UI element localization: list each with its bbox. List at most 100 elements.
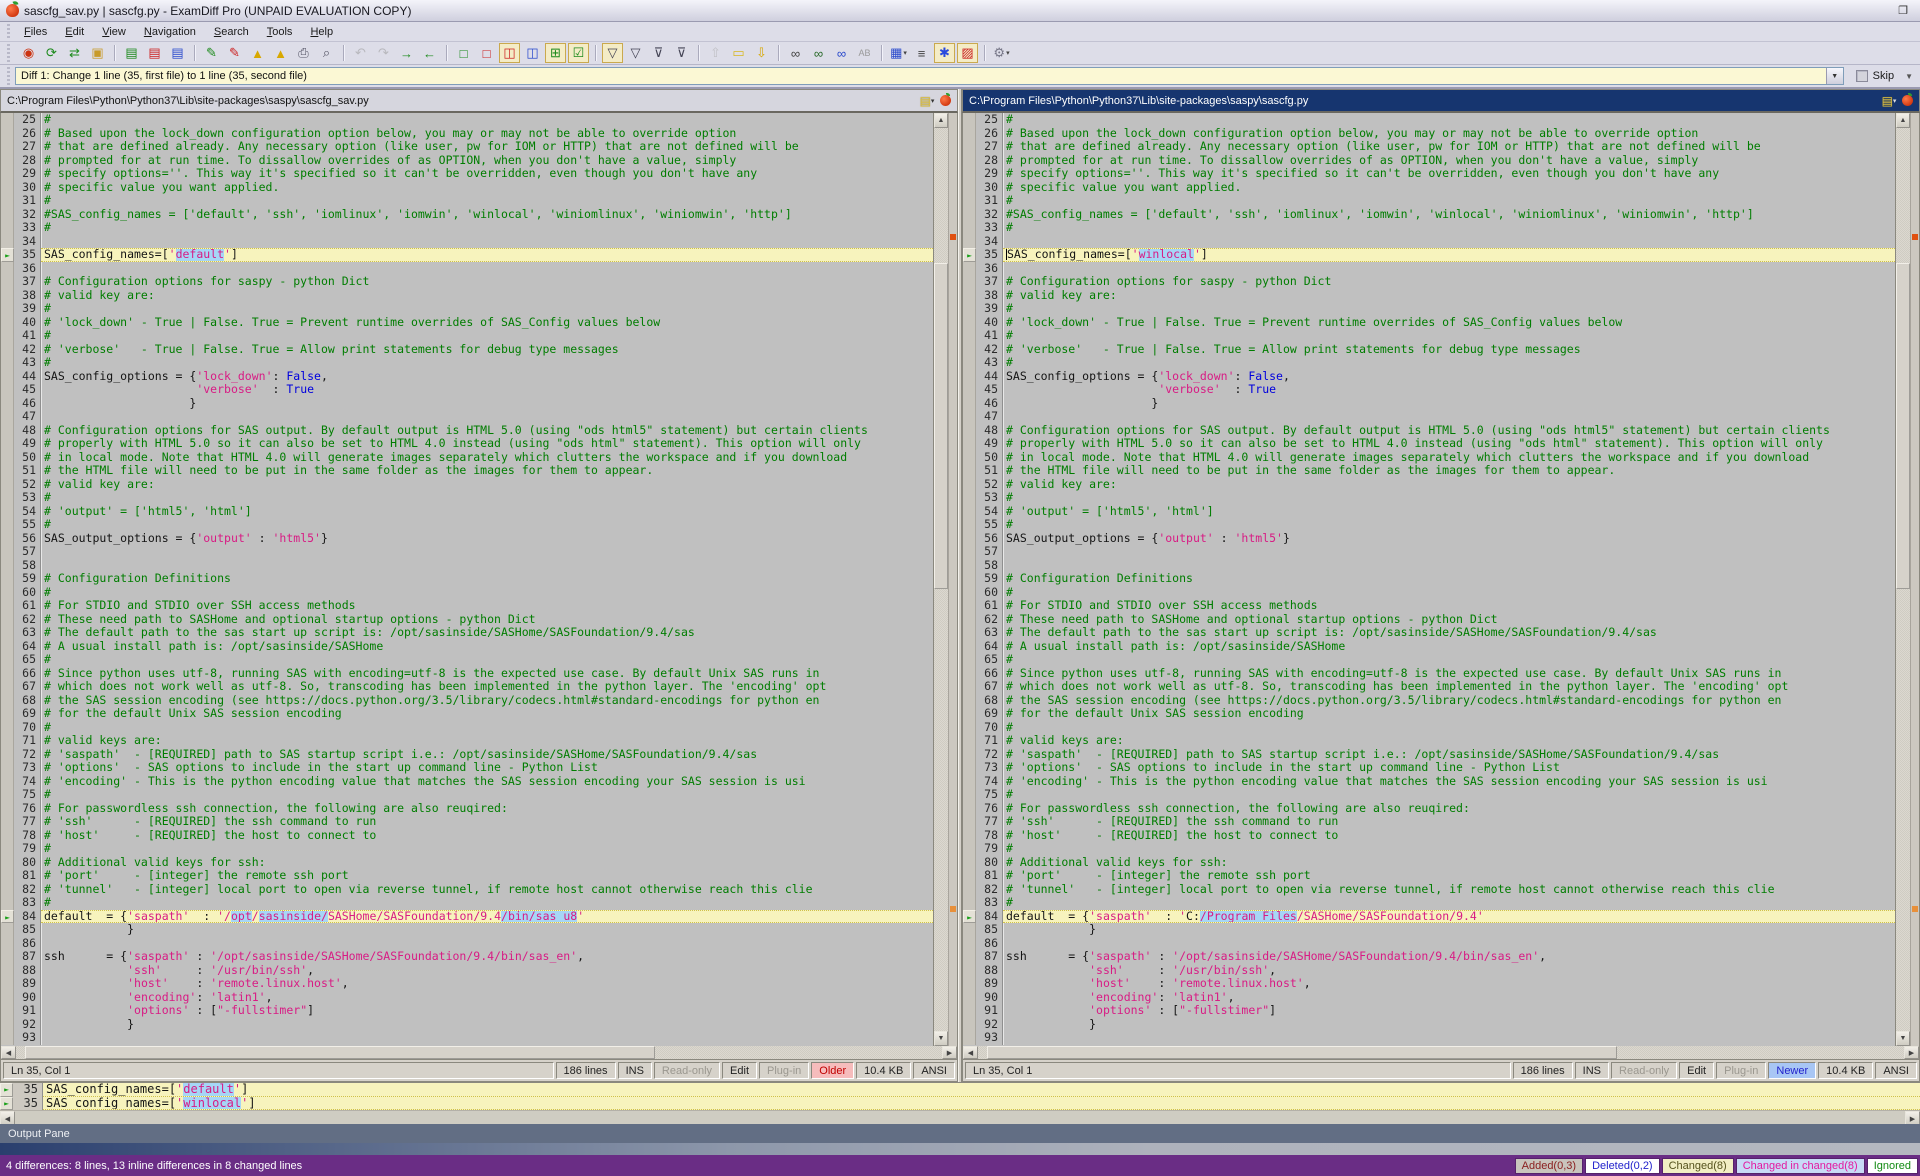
line-text[interactable]: 'options' : ["-fullstimer"] <box>41 1004 933 1018</box>
line-text[interactable]: # for the default Unix SAS session encod… <box>41 707 933 721</box>
line-text[interactable]: # <box>41 721 933 735</box>
scroll-track[interactable] <box>934 128 948 1031</box>
match-case-icon[interactable]: AB <box>854 43 875 63</box>
line-text[interactable]: # prompted for at run time. To dissallow… <box>41 154 933 168</box>
line-text[interactable]: # 'tunnel' - [integer] local port to ope… <box>1003 883 1895 897</box>
edit-first-file-icon[interactable]: ✎ <box>201 43 222 63</box>
line-text[interactable] <box>41 559 933 573</box>
line-text[interactable]: # <box>1003 518 1895 532</box>
line-text[interactable]: # <box>41 194 933 208</box>
filter-right-orphans-icon[interactable]: ⊽ <box>671 43 692 63</box>
line-text[interactable]: # For STDIO and STDIO over SSH access me… <box>41 599 933 613</box>
current-diff-combobox[interactable]: Diff 1: Change 1 line (35, first file) t… <box>15 67 1844 85</box>
line-text[interactable]: # in local mode. Note that HTML 4.0 will… <box>41 451 933 465</box>
scroll-left-icon[interactable]: ◀ <box>1 1046 16 1059</box>
settings-icon[interactable]: ⚙▾ <box>991 43 1012 63</box>
line-text[interactable]: # For passwordless ssh connection, the f… <box>41 802 933 816</box>
line-text[interactable]: 'options' : ["-fullstimer"] <box>1003 1004 1895 1018</box>
diff-map-right[interactable] <box>1910 113 1919 1046</box>
copy-block-left-icon[interactable]: ← <box>419 43 440 63</box>
line-text[interactable] <box>1003 262 1895 276</box>
scroll-track[interactable] <box>978 1046 1904 1059</box>
line-text[interactable]: # valid key are: <box>1003 289 1895 303</box>
line-text[interactable]: # the HTML file will need to be put in t… <box>1003 464 1895 478</box>
change-marker-icon[interactable]: ► <box>1 910 14 924</box>
line-text[interactable] <box>41 937 933 951</box>
line-text[interactable]: # valid key are: <box>1003 478 1895 492</box>
line-text[interactable]: 'host' : 'remote.linux.host', <box>41 977 933 991</box>
line-text[interactable]: # properly with HTML 5.0 so it can also … <box>41 437 933 451</box>
line-text[interactable]: # 'saspath' - [REQUIRED] path to SAS sta… <box>41 748 933 762</box>
file-menu-button[interactable]: ▤▾ <box>1880 92 1898 110</box>
line-text[interactable]: # which does not work well as utf-8. So,… <box>41 680 933 694</box>
report-icon[interactable]: ▨ <box>957 43 978 63</box>
line-text[interactable]: # A usual install path is: /opt/sasinsid… <box>1003 640 1895 654</box>
diff-map-left[interactable] <box>948 113 957 1046</box>
line-text[interactable]: # Configuration options for SAS output. … <box>1003 424 1895 438</box>
line-text[interactable]: # <box>41 491 933 505</box>
line-text[interactable]: # <box>41 518 933 532</box>
line-text[interactable]: # specific value you want applied. <box>41 181 933 195</box>
change-marker-icon[interactable]: ► <box>0 1097 13 1111</box>
line-text[interactable]: 'encoding': 'latin1', <box>1003 991 1895 1005</box>
filter-left-orphans-icon[interactable]: ⊽ <box>648 43 669 63</box>
line-text[interactable]: } <box>41 923 933 937</box>
line-text[interactable] <box>1003 235 1895 249</box>
line-text[interactable] <box>41 1031 933 1045</box>
line-text[interactable]: default = {'saspath' : 'C:/Program Files… <box>1003 910 1895 924</box>
line-text[interactable]: # valid key are: <box>41 478 933 492</box>
line-text[interactable]: # valid keys are: <box>1003 734 1895 748</box>
line-text[interactable]: # Additional valid keys for ssh: <box>41 856 933 870</box>
compare-mode-icon[interactable]: ≡ <box>911 43 932 63</box>
diff-detail-hscrollbar[interactable]: ◀ ▶ <box>0 1110 1920 1124</box>
filter-differences-icon[interactable]: ▽ <box>602 43 623 63</box>
scroll-track[interactable] <box>1896 128 1910 1031</box>
toolbar-overflow-icon[interactable]: ▼ <box>1902 72 1916 81</box>
maximize-button-icon[interactable]: ❐ <box>1890 2 1916 19</box>
find-next-icon[interactable]: ∞ <box>808 43 829 63</box>
line-text[interactable] <box>41 262 933 276</box>
line-text[interactable]: # 'verbose' - True | False. True = Allow… <box>1003 343 1895 357</box>
save-first-file-icon[interactable]: ▤ <box>121 43 142 63</box>
vertical-scrollbar-left[interactable]: ▲▼ <box>933 113 948 1046</box>
next-diff-icon[interactable]: ⇩ <box>751 43 772 63</box>
line-text[interactable]: # Configuration options for SAS output. … <box>41 424 933 438</box>
line-text[interactable]: # 'encoding' - This is the python encodi… <box>1003 775 1895 789</box>
menu-item-edit[interactable]: Edit <box>56 24 93 40</box>
line-text[interactable]: # 'encoding' - This is the python encodi… <box>41 775 933 789</box>
diff-detail-row[interactable]: ►35SAS_config_names=['winlocal'] <box>0 1097 1920 1111</box>
save-second-file-icon[interactable]: ▤ <box>144 43 165 63</box>
line-text[interactable]: # <box>1003 221 1895 235</box>
line-text[interactable]: 'verbose' : True <box>41 383 933 397</box>
change-marker-icon[interactable]: ► <box>0 1083 13 1097</box>
line-text[interactable]: } <box>1003 397 1895 411</box>
scroll-down-icon[interactable]: ▼ <box>934 1031 948 1046</box>
recompare-button[interactable] <box>936 92 954 110</box>
line-text[interactable]: # the SAS session encoding (see https://… <box>1003 694 1895 708</box>
save-all-icon[interactable]: ▤ <box>167 43 188 63</box>
copy-block-right-icon[interactable]: → <box>396 43 417 63</box>
menu-item-files[interactable]: Files <box>15 24 56 40</box>
line-text[interactable]: # <box>1003 788 1895 802</box>
line-text[interactable]: 'ssh' : '/usr/bin/ssh', <box>1003 964 1895 978</box>
line-text[interactable]: # 'verbose' - True | False. True = Allow… <box>41 343 933 357</box>
line-text[interactable]: # Configuration Definitions <box>1003 572 1895 586</box>
line-text[interactable]: # <box>41 329 933 343</box>
line-text[interactable]: # 'ssh' - [REQUIRED] the ssh command to … <box>1003 815 1895 829</box>
line-text[interactable]: # 'saspath' - [REQUIRED] path to SAS sta… <box>1003 748 1895 762</box>
line-text[interactable]: # Additional valid keys for ssh: <box>1003 856 1895 870</box>
code-editor-right[interactable]: 25#26# Based upon the lock_down configur… <box>963 113 1895 1046</box>
recompare-icon[interactable]: ⟳ <box>41 43 62 63</box>
line-text[interactable]: # The default path to the sas start up s… <box>1003 626 1895 640</box>
show-left-only-icon[interactable]: ◫ <box>499 43 520 63</box>
show-identical-icon[interactable]: □ <box>453 43 474 63</box>
menu-item-tools[interactable]: Tools <box>258 24 302 40</box>
open-folder-icon[interactable]: ▣ <box>87 43 108 63</box>
diff-combo-dropdown-button[interactable]: ▼ <box>1826 68 1843 84</box>
line-text[interactable]: # Based upon the lock_down configuration… <box>41 127 933 141</box>
line-text[interactable] <box>1003 937 1895 951</box>
scroll-right-icon[interactable]: ▶ <box>942 1046 957 1059</box>
line-text[interactable]: # For STDIO and STDIO over SSH access me… <box>1003 599 1895 613</box>
line-text[interactable]: # 'lock_down' - True | False. True = Pre… <box>41 316 933 330</box>
find-icon[interactable]: ∞ <box>785 43 806 63</box>
